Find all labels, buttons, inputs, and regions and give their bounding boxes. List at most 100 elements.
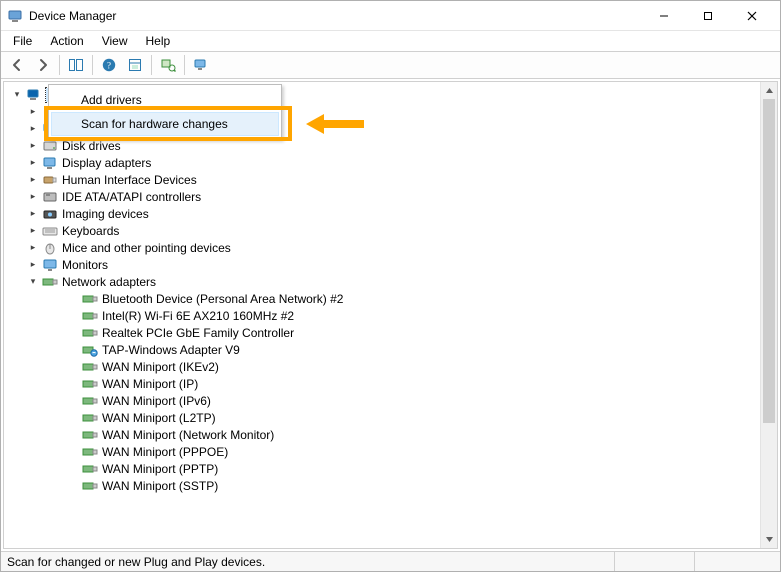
tree-device-item[interactable]: Realtek PCIe GbE Family Controller [6,324,777,341]
context-menu-item-label: Add drivers [81,93,142,107]
tree-device-item[interactable]: Intel(R) Wi-Fi 6E AX210 160MHz #2 [6,307,777,324]
expander-right-icon[interactable]: ▸ [26,207,40,221]
back-button[interactable] [5,53,29,77]
expander-down-icon[interactable]: ▾ [26,275,40,289]
help-button[interactable]: ? [97,53,121,77]
tree-category-network-adapters[interactable]: ▾ Network adapters [6,273,777,290]
expander-right-icon[interactable]: ▸ [26,241,40,255]
forward-arrow-icon [35,57,51,73]
network-adapter-icon [82,478,98,494]
network-adapter-icon [82,461,98,477]
tree-device-item[interactable]: WAN Miniport (IKEv2) [6,358,777,375]
network-adapter-icon [82,427,98,443]
imaging-devices-icon [42,206,58,222]
context-menu-add-drivers[interactable]: Add drivers [51,88,279,112]
tree-device-label: WAN Miniport (Network Monitor) [102,428,274,442]
network-adapter-icon [82,393,98,409]
tree-device-label: TAP-Windows Adapter V9 [102,343,240,357]
network-adapter-icon [82,325,98,341]
menu-action[interactable]: Action [42,32,91,50]
tree-category-keyboards[interactable]: ▸ Keyboards [6,222,777,239]
tree-device-item[interactable]: WAN Miniport (IPv6) [6,392,777,409]
expander-right-icon[interactable]: ▸ [26,105,40,119]
scroll-up-icon[interactable] [761,82,777,99]
network-adapter-icon [42,274,58,290]
expander-right-icon[interactable]: ▸ [26,173,40,187]
scroll-track[interactable] [761,99,777,531]
scan-hardware-button[interactable] [156,53,180,77]
tree-category-label: Human Interface Devices [62,173,197,187]
expander-right-icon[interactable]: ▸ [26,139,40,153]
expander-right-icon[interactable]: ▸ [26,156,40,170]
tree-category-label: Disk drives [62,139,121,153]
minimize-button[interactable] [642,2,686,30]
devices-printers-button[interactable] [189,53,213,77]
expander-right-icon[interactable]: ▸ [26,224,40,238]
maximize-button[interactable] [686,2,730,30]
context-menu: Add drivers Scan for hardware changes [48,84,282,140]
tree-category-monitors[interactable]: ▸Monitors [6,256,777,273]
toolbar-separator [151,55,152,75]
help-icon: ? [101,57,117,73]
forward-button[interactable] [31,53,55,77]
vertical-scrollbar[interactable] [760,82,777,548]
show-hide-console-tree-icon [68,57,84,73]
tree-category-label: Imaging devices [62,207,149,221]
close-button[interactable] [730,2,774,30]
expander-down-icon[interactable]: ▾ [10,88,24,102]
properties-icon [127,57,143,73]
network-adapter-icon [82,410,98,426]
scroll-down-icon[interactable] [761,531,777,548]
device-manager-window: Device Manager File Action View Help [0,0,781,572]
toolbar-separator [59,55,60,75]
computer-icon [26,87,42,103]
tree-device-label: Realtek PCIe GbE Family Controller [102,326,294,340]
tree-category-imaging-devices[interactable]: ▸ Imaging devices [6,205,777,222]
app-icon [7,8,23,24]
network-adapter-icon [82,359,98,375]
expander-right-icon[interactable]: ▸ [26,122,40,136]
properties-button[interactable] [123,53,147,77]
tree-device-item[interactable]: WAN Miniport (IP) [6,375,777,392]
scroll-thumb[interactable] [763,99,775,423]
tree-category-label: Display adapters [62,156,151,170]
tree-device-label: Bluetooth Device (Personal Area Network)… [102,292,343,306]
tree-device-item[interactable]: TAP-Windows Adapter V9 [6,341,777,358]
toolbar: ? [1,51,780,79]
tree-device-item[interactable]: WAN Miniport (PPTP) [6,460,777,477]
menu-help[interactable]: Help [138,32,179,50]
titlebar: Device Manager [1,1,780,31]
ide-atapi-icon [42,189,58,205]
tree-category-display-adapters[interactable]: ▸ Display adapters [6,154,777,171]
tree-device-item[interactable]: WAN Miniport (L2TP) [6,409,777,426]
svg-text:?: ? [107,61,111,71]
network-adapter-icon [82,444,98,460]
statusbar-cell [614,552,694,571]
mice-icon [42,240,58,256]
tree-device-label: WAN Miniport (IKEv2) [102,360,219,374]
menu-file[interactable]: File [5,32,40,50]
expander-right-icon[interactable]: ▸ [26,190,40,204]
tree-device-label: WAN Miniport (PPPOE) [102,445,228,459]
window-controls [642,2,774,30]
tree-device-label: WAN Miniport (SSTP) [102,479,218,493]
tree-device-label: WAN Miniport (L2TP) [102,411,216,425]
expander-right-icon[interactable]: ▸ [26,258,40,272]
tree-category-label: Keyboards [62,224,119,238]
window-title: Device Manager [29,9,642,23]
tree-device-label: WAN Miniport (PPTP) [102,462,218,476]
tree-device-item[interactable]: WAN Miniport (SSTP) [6,477,777,494]
network-adapter-icon [82,291,98,307]
menu-view[interactable]: View [94,32,136,50]
tree-category-ide-atapi[interactable]: ▸IDE ATA/ATAPI controllers [6,188,777,205]
tree-device-item[interactable]: Bluetooth Device (Personal Area Network)… [6,290,777,307]
monitors-icon [42,257,58,273]
tree-category-mice[interactable]: ▸Mice and other pointing devices [6,239,777,256]
scan-hardware-icon [160,57,176,73]
device-tree[interactable]: ▾ ▸Bluetooth▸Computer▸Disk drives▸Displa… [4,82,777,548]
context-menu-scan-hardware[interactable]: Scan for hardware changes [51,112,279,136]
tree-category-hid[interactable]: ▸ Human Interface Devices [6,171,777,188]
tree-device-item[interactable]: WAN Miniport (PPPOE) [6,443,777,460]
show-hide-tree-button[interactable] [64,53,88,77]
tree-device-item[interactable]: WAN Miniport (Network Monitor) [6,426,777,443]
